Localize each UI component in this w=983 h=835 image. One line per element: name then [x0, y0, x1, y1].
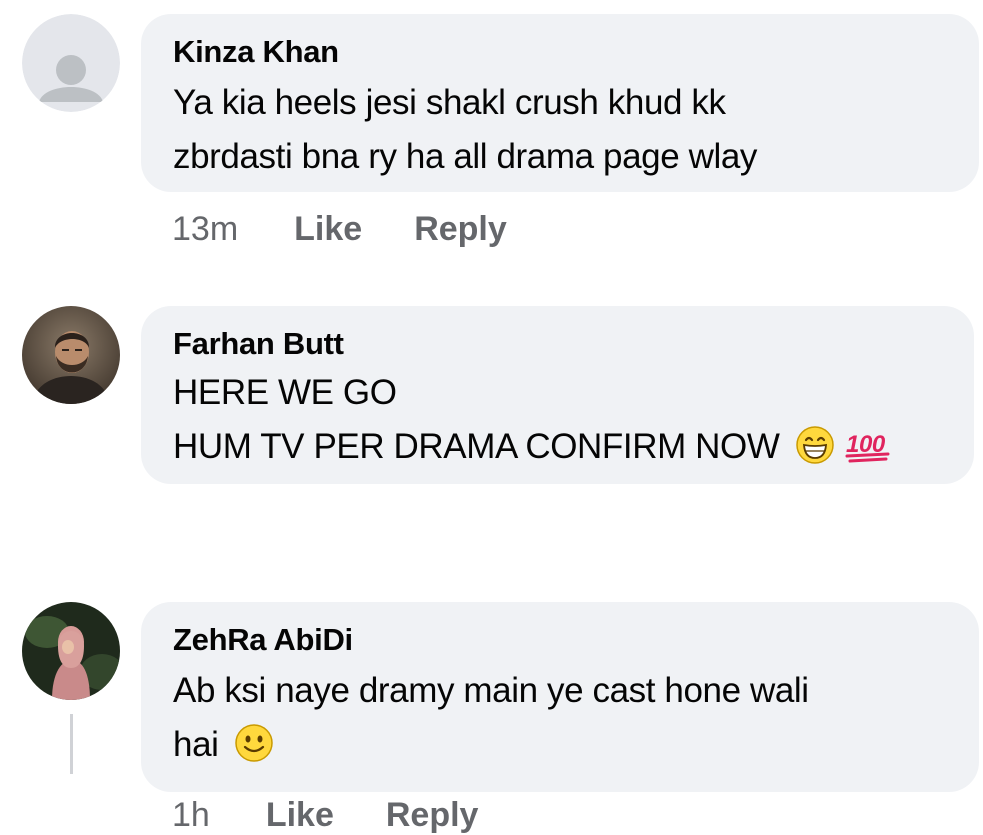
comment-author[interactable]: Farhan Butt — [173, 326, 940, 362]
reply-button[interactable]: Reply — [414, 210, 507, 249]
comment-actions: 13m Like Reply — [172, 210, 507, 249]
comment-bubble: ZehRa AbiDi Ab ksi naye dramy main ye ca… — [141, 602, 979, 792]
comment-timestamp[interactable]: 13m — [172, 210, 238, 249]
comment-text-line-with-emoji: hai — [173, 718, 945, 772]
comment-text-line: Ya kia heels jesi shakl crush khud kk — [173, 83, 726, 122]
reply-button[interactable]: Reply — [386, 796, 479, 835]
comment-text-line: HERE WE GO — [173, 373, 397, 412]
comment-text-line-with-emoji: HUM TV PER DRAMA CONFIRM NOW 100 — [173, 420, 940, 474]
smiling-face-icon — [235, 724, 273, 762]
like-button[interactable]: Like — [294, 210, 362, 249]
comment-author[interactable]: Kinza Khan — [173, 34, 945, 70]
comment-text-line: zbrdasti bna ry ha all drama page wlay — [173, 137, 758, 176]
comment-text: hai — [173, 725, 219, 764]
comment-actions: 1h Like Reply — [172, 796, 478, 835]
reply-thread-line — [70, 714, 73, 774]
comment-author[interactable]: ZehRa AbiDi — [173, 622, 945, 658]
avatar[interactable] — [22, 14, 120, 112]
comment-bubble: Farhan Butt HERE WE GO HUM TV PER DRAMA … — [141, 306, 974, 484]
woman-in-pink-scarf-photo-icon — [22, 602, 120, 700]
like-button[interactable]: Like — [266, 796, 334, 835]
default-user-icon — [22, 14, 120, 112]
avatar[interactable] — [22, 602, 120, 700]
bearded-man-photo-icon — [22, 306, 120, 404]
comment-timestamp[interactable]: 1h — [172, 796, 210, 835]
comment-text-line: Ab ksi naye dramy main ye cast hone wali — [173, 671, 809, 710]
comment-bubble: Kinza Khan Ya kia heels jesi shakl crush… — [141, 14, 979, 192]
avatar[interactable] — [22, 306, 120, 404]
hundred-points-icon: 100 — [845, 431, 890, 463]
comment-text: HUM TV PER DRAMA CONFIRM NOW — [173, 427, 780, 466]
grinning-face-icon — [796, 426, 834, 464]
